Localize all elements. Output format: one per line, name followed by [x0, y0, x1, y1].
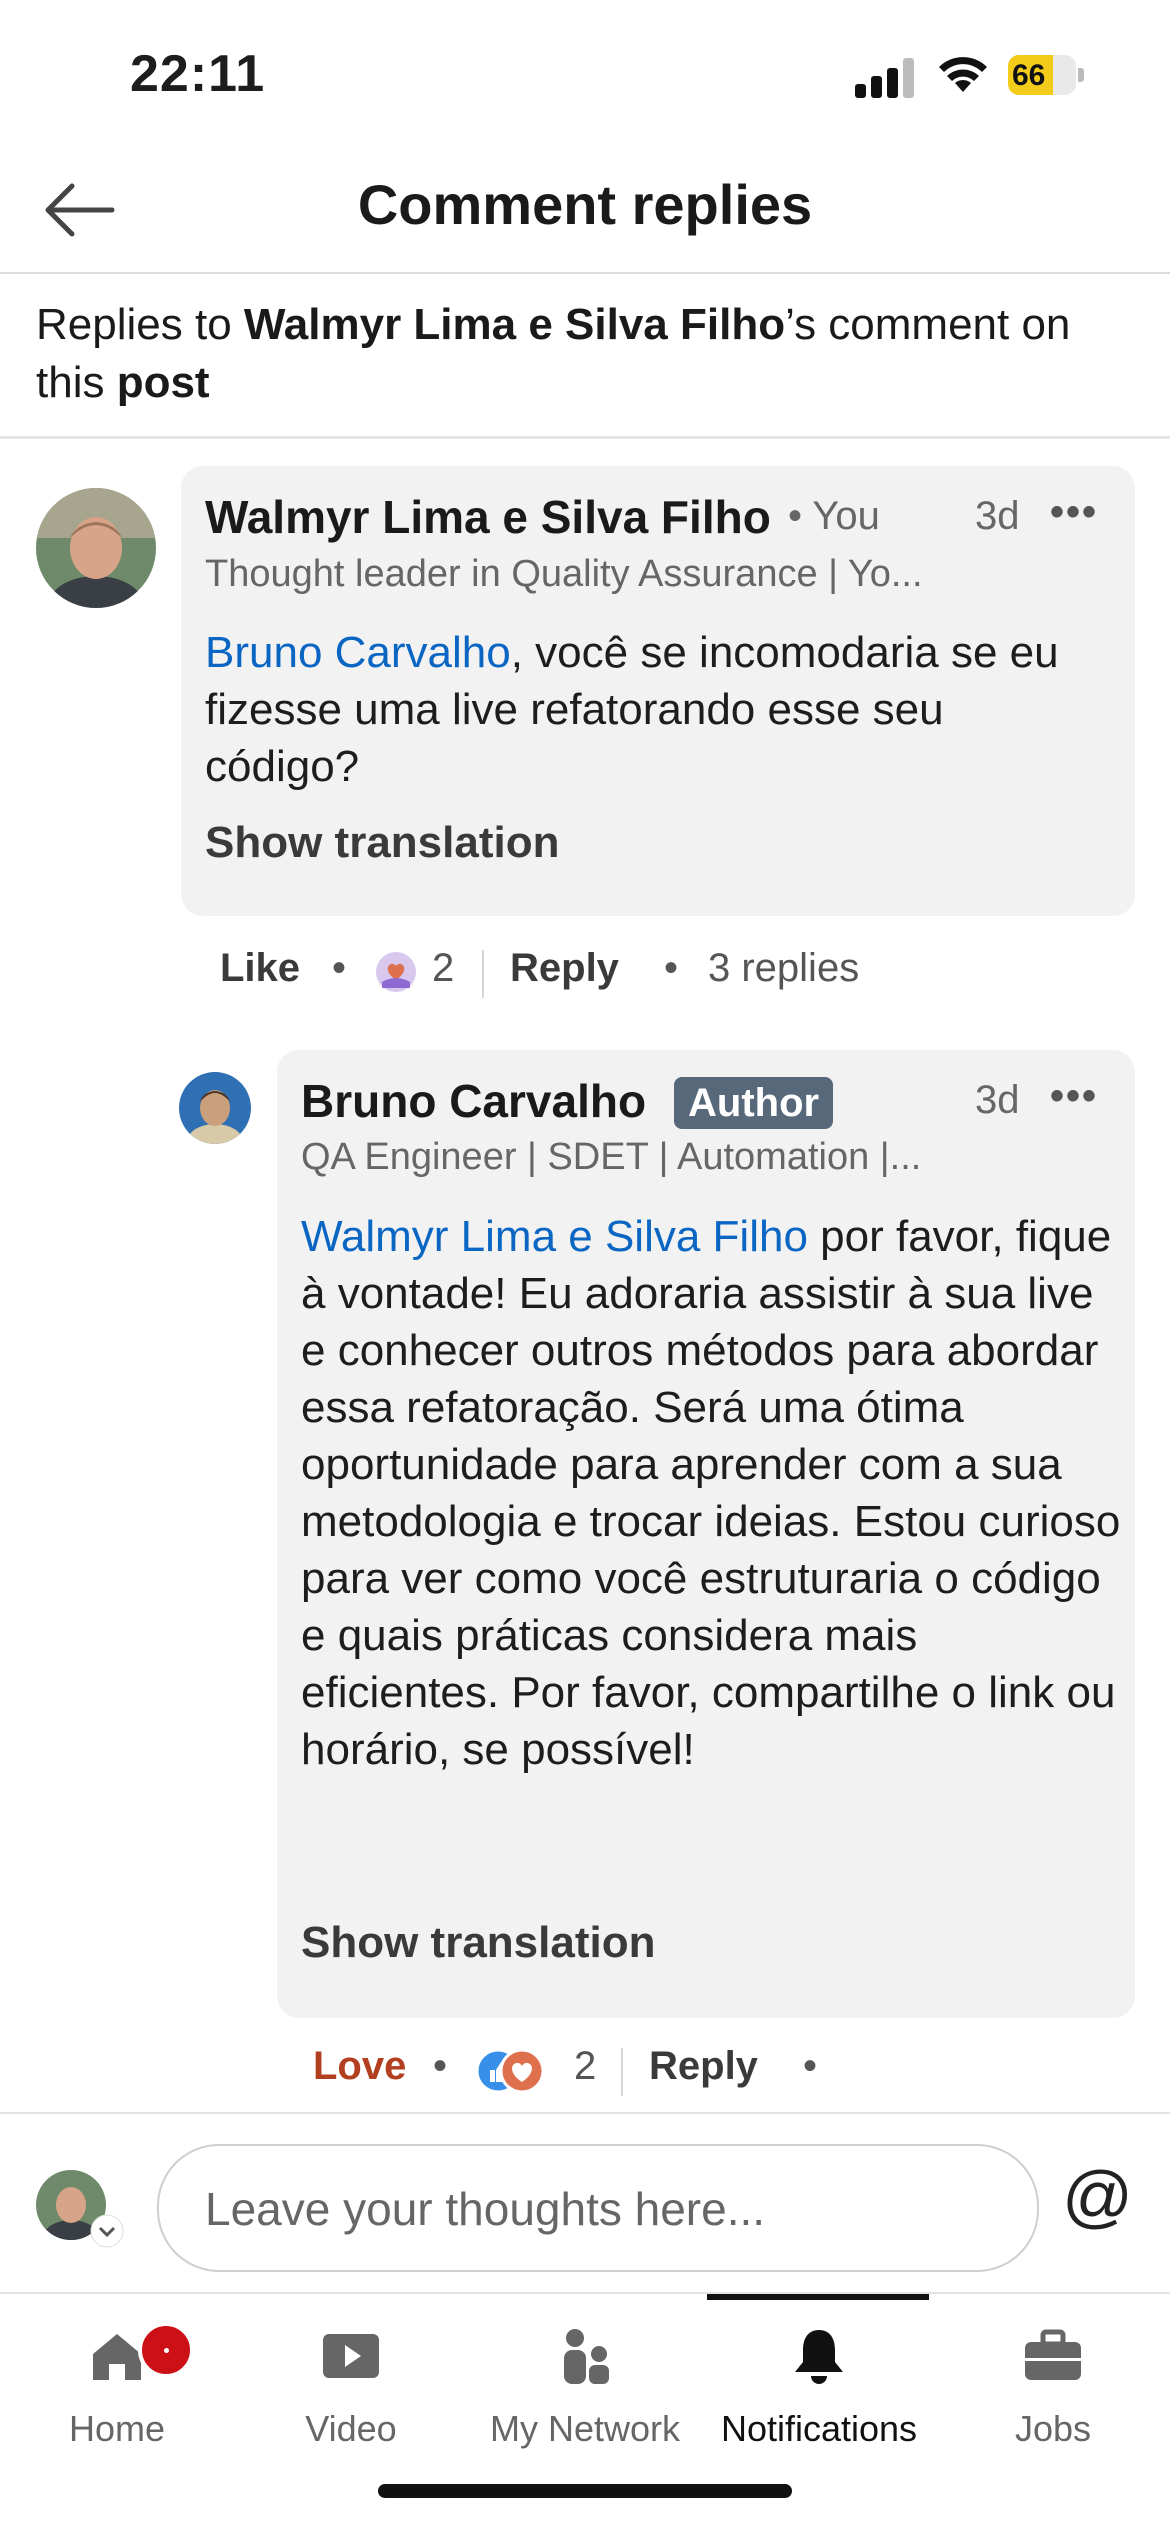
wifi-icon	[939, 57, 987, 92]
comment-composer: Leave your thoughts here... @	[0, 2112, 1170, 2294]
home-indicator[interactable]	[378, 2484, 792, 2498]
notification-badge	[138, 2322, 194, 2378]
replies-context: Replies to Walmyr Lima e Silva Filho’s c…	[36, 296, 1136, 412]
reply-reaction-count[interactable]: 2	[574, 2044, 596, 2089]
tab-my-network[interactable]: My Network	[468, 2308, 702, 2458]
tab-label: My Network	[489, 2408, 681, 2449]
mention-link[interactable]: Bruno Carvalho	[205, 628, 511, 677]
context-author-link[interactable]: Walmyr Lima e Silva Filho	[244, 300, 785, 349]
bell-icon	[795, 2330, 843, 2384]
tab-label: Jobs	[1014, 2408, 1092, 2449]
reply-button[interactable]: Reply	[510, 946, 619, 991]
tab-video[interactable]: Video	[234, 2308, 468, 2458]
show-translation-button[interactable]: Show translation	[205, 818, 559, 868]
like-button[interactable]: Like	[220, 946, 300, 991]
tab-label: Home	[68, 2408, 166, 2449]
tab-home[interactable]: Home	[0, 2308, 234, 2458]
comment-more-options-icon[interactable]: •••	[1050, 490, 1098, 535]
context-prefix: Replies to	[36, 300, 244, 349]
divider	[0, 436, 1170, 439]
tab-notifications[interactable]: Notifications	[702, 2308, 936, 2458]
status-bar: 22:11 66	[0, 0, 1170, 150]
you-label: • You	[788, 494, 880, 538]
action-separator	[482, 950, 484, 998]
reaction-count[interactable]: 2	[432, 946, 454, 991]
context-post-link[interactable]: post	[117, 358, 210, 407]
separator-dot: •	[332, 946, 347, 990]
video-icon	[323, 2334, 379, 2378]
comment-input-placeholder: Leave your thoughts here...	[205, 2183, 766, 2235]
support-reaction-icon	[376, 952, 416, 992]
reply-reply-button[interactable]: Reply	[649, 2044, 758, 2089]
separator-dot: •	[433, 2044, 448, 2088]
commenter-headline: Thought leader in Quality Assurance | Yo…	[205, 553, 923, 595]
network-icon	[564, 2329, 609, 2384]
reply-age: 3d	[975, 1078, 1020, 1122]
reply-actions: Love • 2 Reply •	[313, 2044, 913, 2104]
top-bar: Comment replies	[0, 150, 1170, 274]
replier-name[interactable]: Bruno Carvalho	[301, 1074, 646, 1128]
comment-input[interactable]: Leave your thoughts here...	[157, 2144, 1039, 2272]
commenter-avatar[interactable]	[36, 488, 156, 608]
comment-age: 3d	[975, 494, 1020, 538]
battery-icon: 66	[1008, 55, 1086, 95]
avatar-dropdown-icon[interactable]	[90, 2214, 124, 2248]
separator-dot: •	[803, 2044, 818, 2088]
commenter-name[interactable]: Walmyr Lima e Silva Filho	[205, 490, 771, 544]
reply-more-options-icon[interactable]: •••	[1050, 1074, 1098, 1119]
author-badge: Author	[674, 1077, 834, 1129]
battery-level: 66	[1012, 59, 1046, 92]
tab-label: Video	[305, 2408, 397, 2449]
tab-jobs[interactable]: Jobs	[936, 2308, 1170, 2458]
replies-count-link[interactable]: 3 replies	[708, 946, 859, 991]
comment-text: Bruno Carvalho, você se incomodaria se e…	[205, 624, 1105, 795]
active-tab-indicator	[707, 2294, 929, 2300]
tab-label: Notifications	[720, 2408, 918, 2449]
separator-dot: •	[664, 946, 679, 990]
replier-headline: QA Engineer | SDET | Automation |...	[301, 1136, 922, 1178]
briefcase-icon	[1025, 2329, 1081, 2380]
replier-avatar[interactable]	[179, 1072, 251, 1144]
mention-at-icon[interactable]: @	[1062, 2156, 1133, 2236]
like-love-reaction-icons	[476, 2048, 545, 2094]
love-reaction-button[interactable]: Love	[313, 2044, 406, 2089]
page-title: Comment replies	[357, 173, 813, 236]
cellular-signal-icon	[855, 56, 915, 98]
reply-show-translation-button[interactable]: Show translation	[301, 1918, 655, 1968]
reply-text: Walmyr Lima e Silva Filho por favor, fiq…	[301, 1208, 1121, 1778]
mention-link[interactable]: Walmyr Lima e Silva Filho	[301, 1212, 808, 1261]
reply-text-body: por favor, fique à vontade! Eu adoraria …	[301, 1212, 1121, 1774]
status-time: 22:11	[130, 45, 266, 103]
action-separator	[621, 2048, 623, 2096]
comment-actions: Like • 2 Reply • 3 replies	[220, 946, 920, 1006]
